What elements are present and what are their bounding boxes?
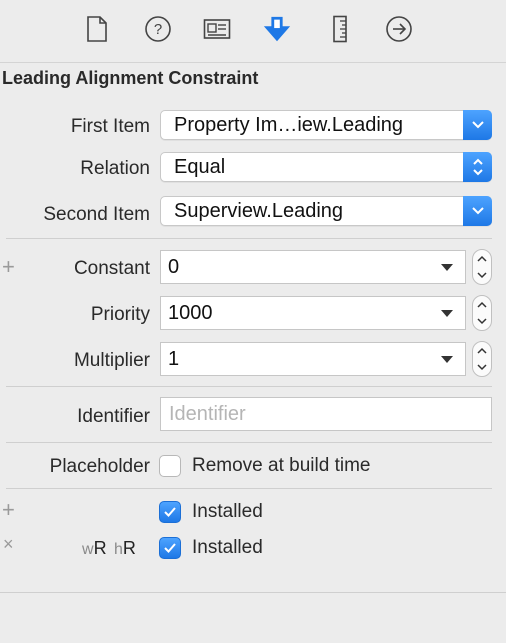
priority-combo[interactable]: 1000 <box>160 296 466 330</box>
placeholder-label: Placeholder <box>49 456 150 477</box>
chevron-down-icon <box>463 110 492 140</box>
dropdown-arrow-icon[interactable] <box>441 310 453 317</box>
inspector-toolbar: ? <box>0 0 506 63</box>
constant-stepper[interactable] <box>472 249 492 285</box>
ruler-icon[interactable] <box>325 14 355 44</box>
installed-size-class-checkbox[interactable] <box>159 537 181 559</box>
remove-size-class-x-icon[interactable]: × <box>3 534 14 555</box>
add-variation-plus-icon[interactable]: + <box>2 254 15 280</box>
multiplier-value: 1 <box>168 348 180 370</box>
priority-label: Priority <box>90 304 150 325</box>
multiplier-stepper[interactable] <box>472 341 492 377</box>
constant-label: Constant <box>73 258 150 279</box>
connections-arrow-icon[interactable] <box>384 14 414 44</box>
add-size-class-plus-icon[interactable]: + <box>2 497 15 523</box>
dropdown-arrow-icon[interactable] <box>441 356 453 363</box>
section-title: Leading Alignment Constraint <box>2 68 259 88</box>
divider <box>6 386 492 387</box>
remove-at-build-time-label: Remove at build time <box>192 455 371 476</box>
first-item-popup[interactable]: Property Im…iew.Leading <box>160 110 492 140</box>
installed-label: Installed <box>192 501 263 522</box>
size-class-w: w <box>82 541 94 558</box>
priority-stepper[interactable] <box>472 295 492 331</box>
identifier-label: Identifier <box>77 406 150 427</box>
divider <box>6 238 492 239</box>
second-item-value: Superview.Leading <box>174 200 344 222</box>
quick-help-icon[interactable]: ? <box>143 14 173 44</box>
divider <box>6 488 492 489</box>
size-class-w-value: R <box>93 538 107 558</box>
up-down-chevron-icon <box>463 152 492 182</box>
identifier-input[interactable] <box>167 402 481 427</box>
multiplier-label: Multiplier <box>73 350 150 371</box>
priority-value: 1000 <box>168 302 213 324</box>
constant-combo[interactable]: 0 <box>160 250 466 284</box>
constant-value: 0 <box>168 256 180 278</box>
first-item-label: First Item <box>70 116 150 137</box>
checkmark-icon <box>164 543 176 553</box>
size-class-indicator: wR hR <box>82 538 136 559</box>
size-class-h: h <box>114 541 123 558</box>
size-class-h-value: R <box>122 538 136 558</box>
chevron-down-icon <box>463 196 492 226</box>
identity-card-icon[interactable] <box>202 14 232 44</box>
first-item-value: Property Im…iew.Leading <box>174 114 404 136</box>
multiplier-combo[interactable]: 1 <box>160 342 466 376</box>
relation-value: Equal <box>174 156 226 178</box>
relation-popup[interactable]: Equal <box>160 152 492 182</box>
installed-size-class-label: Installed <box>192 537 263 558</box>
file-icon[interactable] <box>82 14 112 44</box>
svg-text:?: ? <box>154 21 162 38</box>
second-item-label: Second Item <box>43 204 150 225</box>
second-item-popup[interactable]: Superview.Leading <box>160 196 492 226</box>
divider <box>6 442 492 443</box>
remove-at-build-time-checkbox[interactable] <box>159 455 181 477</box>
attributes-arrow-icon[interactable] <box>262 14 292 44</box>
bottom-panel <box>0 592 506 643</box>
installed-checkbox[interactable] <box>159 501 181 523</box>
dropdown-arrow-icon[interactable] <box>441 264 453 271</box>
identifier-field[interactable] <box>160 397 492 431</box>
relation-label: Relation <box>80 158 150 179</box>
checkmark-icon <box>164 507 176 517</box>
